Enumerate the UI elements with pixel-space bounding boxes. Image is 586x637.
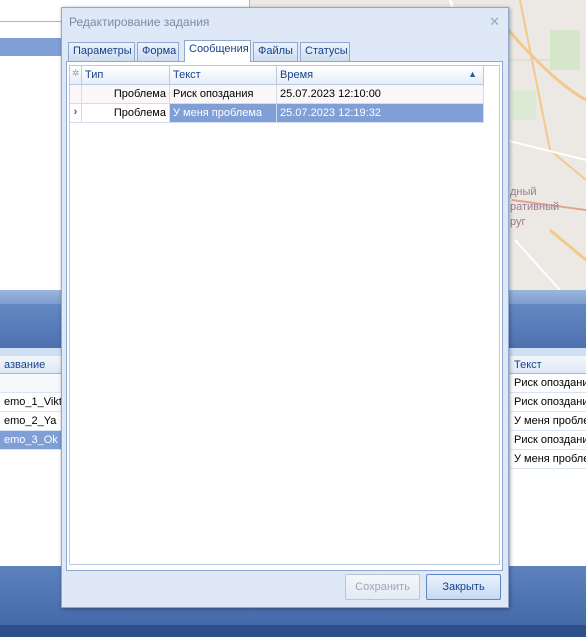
row-indicator-current[interactable]: › [70,104,82,123]
edit-task-dialog: Редактирование задания ✕ Параметры Форма… [61,7,509,608]
row-indicator[interactable] [70,85,82,104]
background-grid-left: азвание emo_1_Viktor emo_2_Ya emo_3_Ok [0,356,62,566]
map-label: ративный [510,201,560,213]
tab-form[interactable]: Форма [137,42,179,61]
save-button[interactable]: Сохранить [345,574,420,600]
messages-tab-panel: ✲ Тип Текст Время ▲ Проблема Риск опозда… [66,61,503,571]
table-row[interactable]: У меня проблема [510,450,586,469]
table-row[interactable] [0,374,61,393]
messages-grid: ✲ Тип Текст Время ▲ Проблема Риск опозда… [69,65,500,565]
column-header-time-label: Время [280,69,314,81]
background-status-bar [0,625,586,637]
background-grid-right: Текст Риск опоздания Риск опоздания У ме… [510,356,586,566]
cell-time[interactable]: 25.07.2023 12:19:32 [277,104,484,123]
tab-messages[interactable]: Сообщения [184,40,251,62]
cell-time[interactable]: 25.07.2023 12:10:00 [277,85,484,104]
sort-ascending-icon: ▲ [468,69,477,79]
column-header-name[interactable]: азвание [0,356,61,374]
close-icon[interactable]: ✕ [489,14,500,30]
table-row[interactable]: Риск опоздания [510,374,586,393]
dialog-title: Редактирование задания [69,15,210,29]
table-row[interactable]: emo_3_Ok [0,431,61,450]
cell-text[interactable]: У меня проблема [170,104,277,123]
table-row[interactable]: emo_1_Viktor [0,393,61,412]
cell-text[interactable]: Риск опоздания [170,85,277,104]
tab-parameters[interactable]: Параметры [68,42,135,61]
row-indicator-header[interactable]: ✲ [70,66,82,85]
column-header-type[interactable]: Тип [82,66,170,85]
cell-type[interactable]: Проблема [82,85,170,104]
column-header-text[interactable]: Текст [170,66,277,85]
table-row[interactable]: Риск опоздания [510,393,586,412]
close-button[interactable]: Закрыть [426,574,501,600]
table-row[interactable]: Риск опоздания [510,431,586,450]
map-label: руг [510,216,526,228]
cell-type[interactable]: Проблема [82,104,170,123]
table-row[interactable]: У меня проблема [510,412,586,431]
column-header-text[interactable]: Текст [510,356,586,374]
table-row[interactable]: Проблема Риск опоздания 25.07.2023 12:10… [70,85,485,104]
grid-header-row: ✲ Тип Текст Время ▲ [70,66,485,85]
table-row[interactable]: › Проблема У меня проблема 25.07.2023 12… [70,104,485,123]
tab-files[interactable]: Файлы [253,42,298,61]
tab-statuses[interactable]: Статусы [300,42,350,61]
column-header-time[interactable]: Время ▲ [277,66,484,85]
map-label: дный [510,186,537,198]
table-row[interactable]: emo_2_Ya [0,412,61,431]
